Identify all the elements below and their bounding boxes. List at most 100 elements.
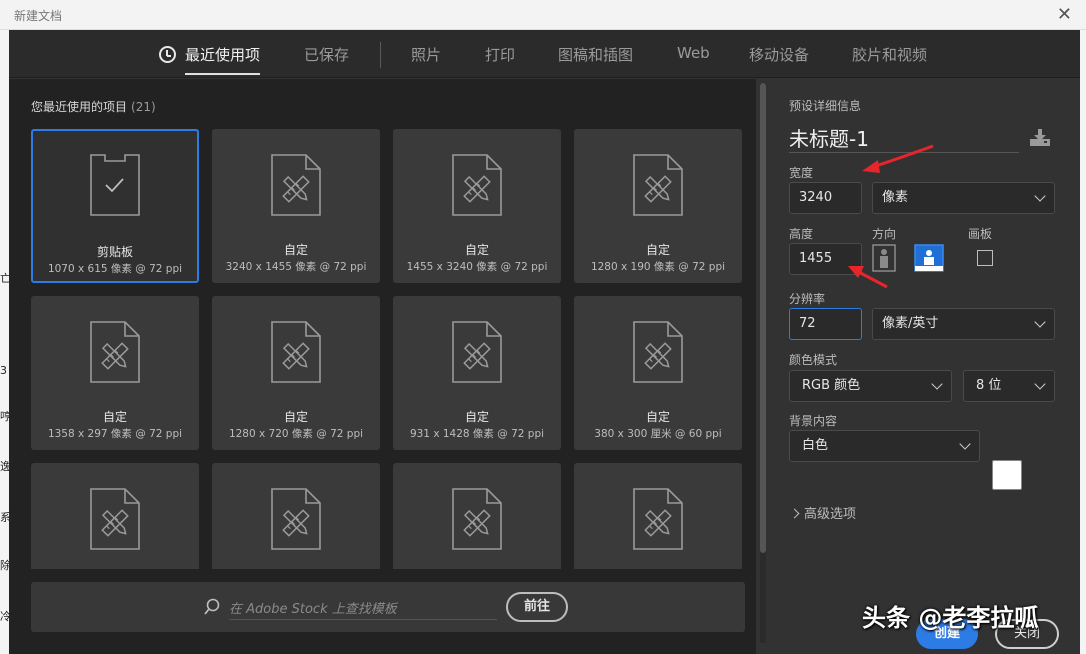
preset-details-pane: 预设详细信息 未标题-1 宽度 3240 像素 高度 1455 方向 画板 分辨… [769,79,1080,654]
recent-item-card[interactable]: 自定 1455 x 3240 像素 @ 72 ppi [393,129,561,283]
custom-document-icon [633,321,683,383]
chevron-down-icon [931,378,943,390]
chevron-down-icon [1034,378,1046,390]
advanced-options-toggle[interactable]: 高级选项 [789,503,857,522]
bit-depth-select[interactable]: 8 位 [963,370,1055,402]
stock-search-input[interactable]: 在 Adobe Stock 上查找模板 [229,598,397,617]
chevron-down-icon [1034,316,1046,328]
chevron-right-icon [789,508,800,519]
recent-item-card[interactable]: 剪贴板 1070 x 615 像素 @ 72 ppi [31,129,199,283]
recent-item-card[interactable] [393,463,561,569]
custom-document-icon [271,321,321,383]
recent-item-card[interactable]: 自定 380 x 300 厘米 @ 60 ppi [574,296,742,450]
recent-item-size: 3240 x 1455 像素 @ 72 ppi [225,261,367,273]
recent-heading: 您最近使用的项目 (21) [31,98,156,115]
recent-item-name: 自定 [283,243,308,257]
window-title: 新建文档 [14,9,63,23]
recent-item-card[interactable]: 自定 931 x 1428 像素 @ 72 ppi [393,296,561,450]
tab-art-illustration[interactable]: 图稿和插图 [558,44,633,65]
watermark: 头条 @老李拉呱 [862,604,1039,632]
tab-mobile[interactable]: 移动设备 [749,44,809,65]
stock-search-bar: 在 Adobe Stock 上查找模板 前往 [31,582,745,632]
recent-item-card[interactable] [212,463,380,569]
custom-document-icon [452,154,502,216]
recent-item-size: 1280 x 720 像素 @ 72 ppi [228,428,364,440]
recent-count: (21) [131,100,156,114]
window-titlebar: 新建文档 ✕ [0,0,1086,30]
artboard-label: 画板 [968,227,993,241]
recent-item-card[interactable]: 自定 1280 x 190 像素 @ 72 ppi [574,129,742,283]
custom-document-icon [271,488,321,550]
recent-item-name: 自定 [645,243,670,257]
recent-item-card[interactable] [574,463,742,569]
height-input[interactable]: 1455 [789,243,862,275]
close-icon[interactable]: ✕ [1057,4,1072,25]
recent-items-pane: 您最近使用的项目 (21) 剪贴板 1070 x 615 像素 @ 72 ppi 自定… [9,79,756,654]
width-label: 宽度 [789,166,814,180]
tab-film-video[interactable]: 胶片和视频 [852,44,927,65]
tab-print[interactable]: 打印 [485,44,515,65]
bit-depth-value: 8 位 [976,378,1002,393]
custom-document-icon [633,154,683,216]
width-unit-select[interactable]: 像素 [872,182,1055,214]
resolution-unit-value: 像素/英寸 [882,316,939,331]
go-button[interactable]: 前往 [506,592,568,622]
custom-document-icon [90,321,140,383]
recent-item-size: 1358 x 297 像素 @ 72 ppi [47,428,183,440]
background-app-strip: 亡 3 哼 逸 系 除 冷 [0,30,11,654]
background-app-strip-right [1080,30,1086,654]
custom-document-icon [452,321,502,383]
recent-item-size: 1070 x 615 像素 @ 72 ppi [47,263,183,275]
document-name-field[interactable]: 未标题-1 [789,123,869,152]
strip-glyph: 3 [0,364,7,377]
tab-web[interactable]: Web [677,44,710,62]
recent-item-name: 自定 [464,243,489,257]
color-mode-select[interactable]: RGB 颜色 [789,370,952,402]
recent-item-card[interactable]: 自定 3240 x 1455 像素 @ 72 ppi [212,129,380,283]
tab-saved[interactable]: 已保存 [304,44,349,65]
chevron-down-icon [1034,190,1046,202]
tab-photo[interactable]: 照片 [411,44,441,65]
width-unit-value: 像素 [882,190,909,205]
custom-document-icon [271,154,321,216]
scrollbar-thumb[interactable] [760,83,766,553]
portrait-icon[interactable] [872,244,896,272]
color-mode-label: 颜色模式 [789,353,838,367]
recent-item-size: 380 x 300 厘米 @ 60 ppi [594,428,722,440]
tab-recent[interactable]: 最近使用项 [185,44,261,75]
recent-item-card[interactable] [31,463,199,569]
resolution-unit-select[interactable]: 像素/英寸 [872,308,1055,340]
background-label: 背景内容 [789,414,838,428]
resolution-label: 分辨率 [789,292,826,306]
recent-item-name: 自定 [283,410,308,424]
artboard-checkbox[interactable] [977,250,993,266]
save-preset-icon[interactable] [1029,129,1051,147]
clock-icon [159,46,176,63]
new-document-dialog: 最近使用项 已保存 照片 打印 图稿和插图 Web 移动设备 胶片和视频 您最近… [9,30,1080,654]
recent-item-name: 自定 [464,410,489,424]
clipboard-icon [90,154,140,216]
recent-item-name: 剪贴板 [96,245,133,259]
recent-heading-text: 您最近使用的项目 [31,100,128,114]
search-icon [204,598,220,615]
orientation-label: 方向 [872,227,897,241]
custom-document-icon [633,488,683,550]
height-label: 高度 [789,227,814,241]
color-mode-value: RGB 颜色 [802,378,861,393]
custom-document-icon [452,488,502,550]
landscape-icon[interactable] [914,244,944,272]
background-select[interactable]: 白色 [789,430,980,462]
resolution-input[interactable]: 72 [789,308,862,340]
advanced-options-label: 高级选项 [804,507,857,522]
recent-item-size: 931 x 1428 像素 @ 72 ppi [409,428,545,440]
recent-item-card[interactable]: 自定 1358 x 297 像素 @ 72 ppi [31,296,199,450]
width-input[interactable]: 3240 [789,182,862,214]
recent-grid: 剪贴板 1070 x 615 像素 @ 72 ppi 自定 3240 x 1455 像… [31,129,746,569]
screen: 新建文档 ✕ 亡 3 哼 逸 系 除 冷 最近使用项 已保存 照片 打印 图稿和… [0,0,1086,654]
background-value: 白色 [802,438,829,453]
category-tabs: 最近使用项 已保存 照片 打印 图稿和插图 Web 移动设备 胶片和视频 [9,30,1080,78]
background-color-swatch[interactable] [992,460,1022,490]
recent-item-card[interactable]: 自定 1280 x 720 像素 @ 72 ppi [212,296,380,450]
recent-item-size: 1455 x 3240 像素 @ 72 ppi [406,261,548,273]
tab-divider [380,42,381,68]
